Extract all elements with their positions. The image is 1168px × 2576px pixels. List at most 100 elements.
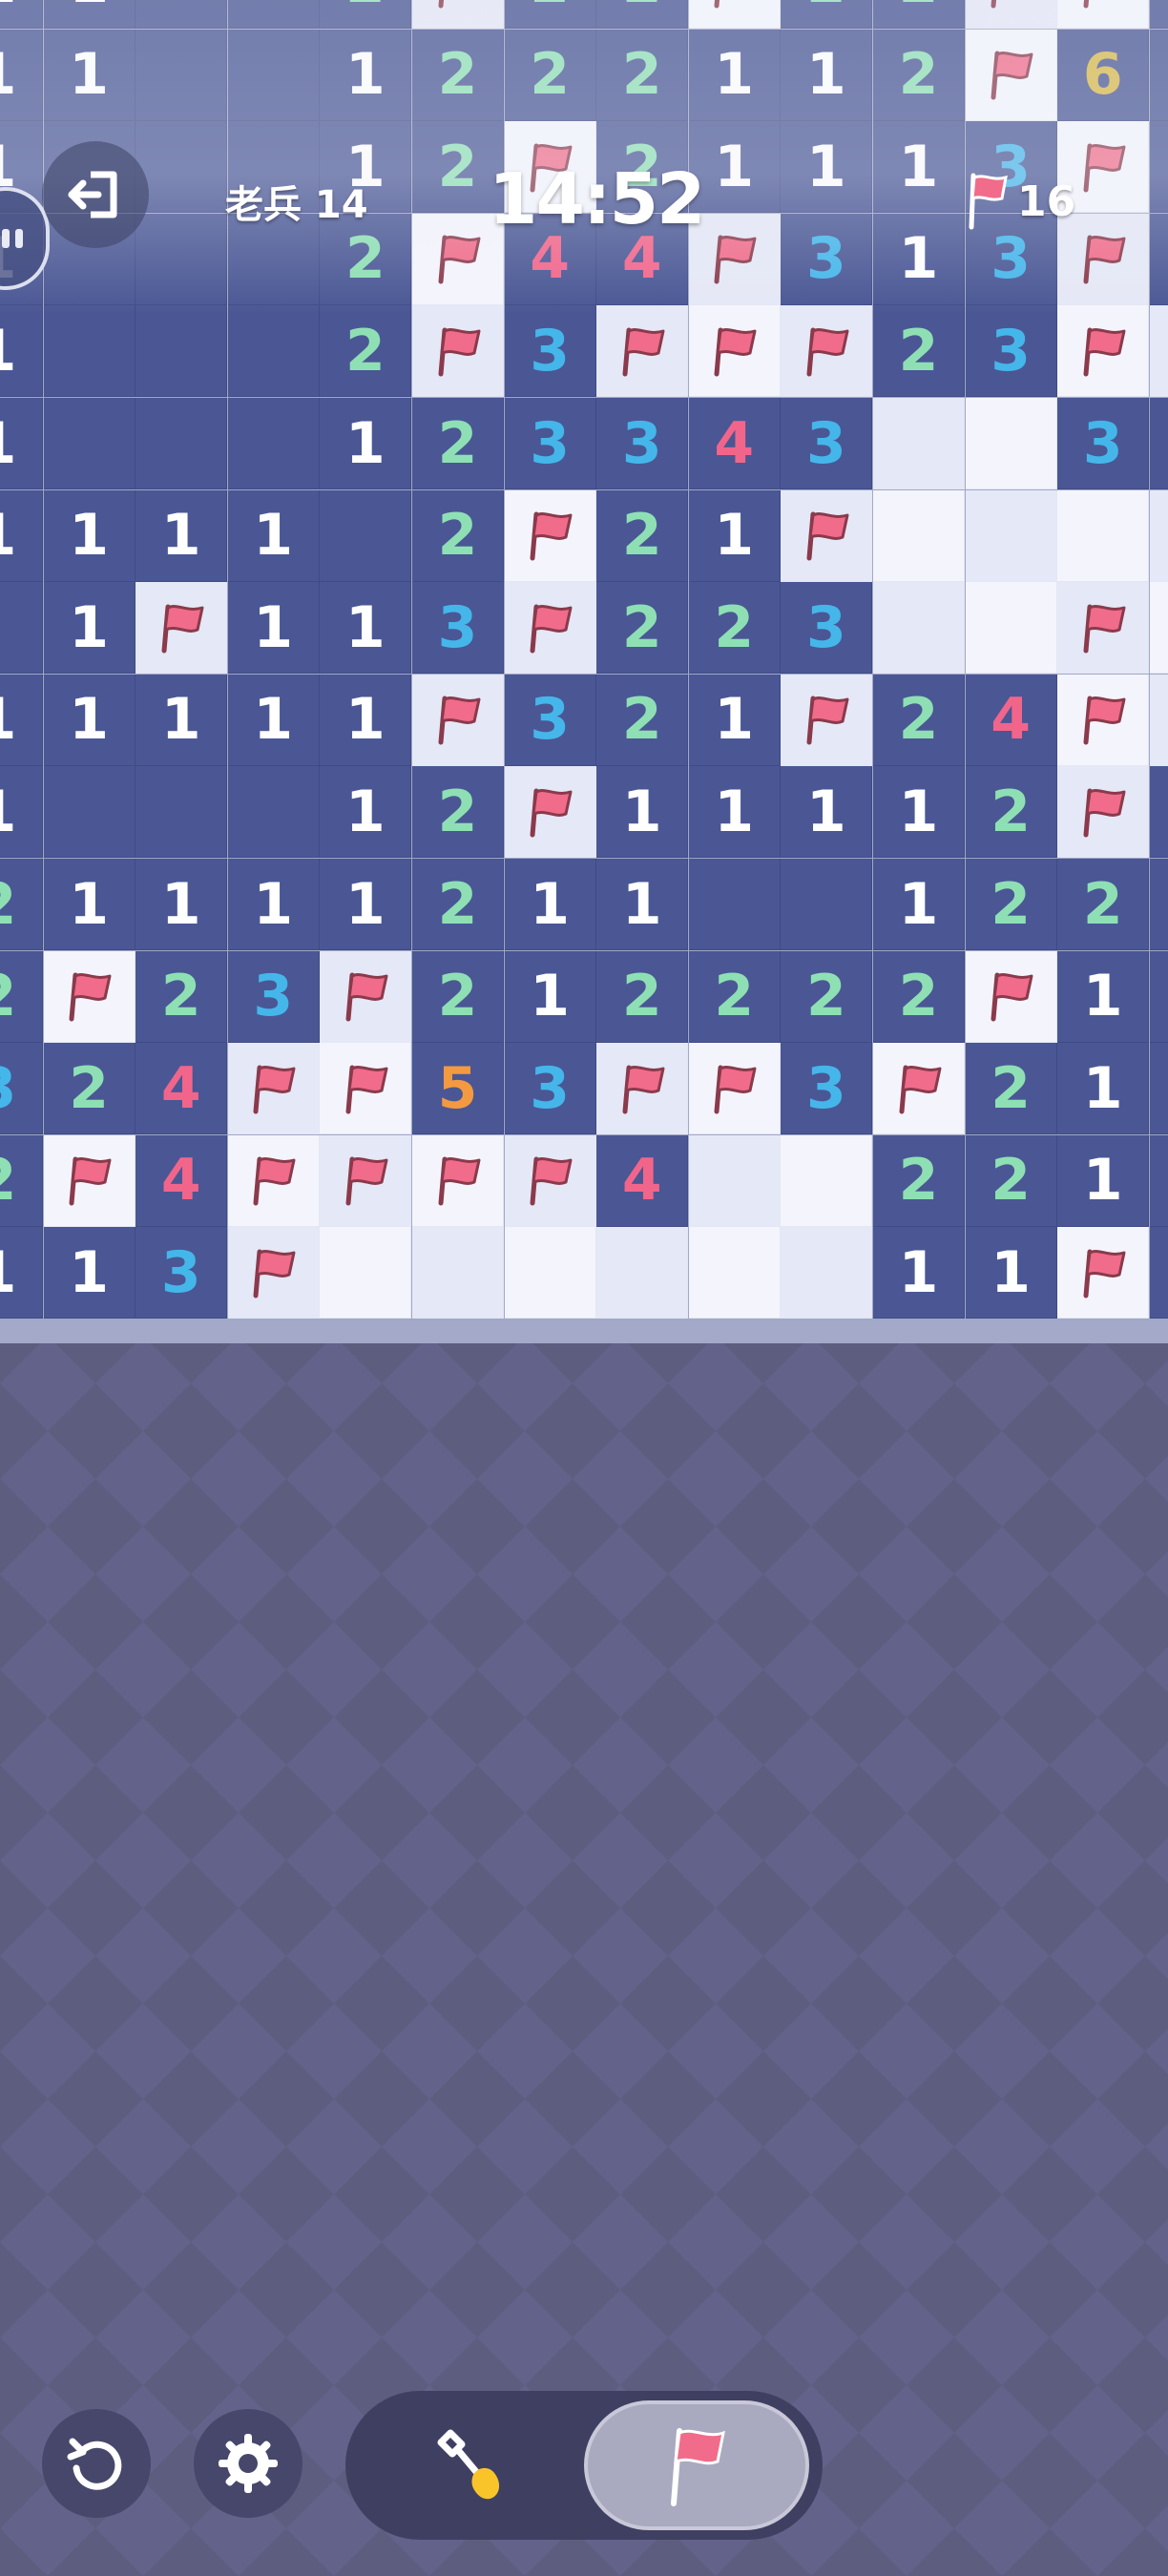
- number-cell[interactable]: 1: [1057, 950, 1150, 1043]
- number-cell[interactable]: 1: [0, 0, 43, 29]
- hidden-cell[interactable]: [1149, 1043, 1168, 1135]
- number-cell[interactable]: 1: [43, 489, 136, 582]
- number-cell[interactable]: 2: [781, 0, 873, 29]
- number-cell[interactable]: 2: [873, 29, 965, 121]
- number-cell[interactable]: 1: [873, 1227, 965, 1319]
- number-cell[interactable]: 1: [596, 859, 689, 950]
- settings-button[interactable]: [194, 2409, 302, 2518]
- revealed-empty-cell[interactable]: [504, 1227, 596, 1319]
- number-cell[interactable]: 2: [965, 1134, 1057, 1227]
- hidden-cell[interactable]: [136, 121, 228, 214]
- number-cell[interactable]: 1: [320, 766, 412, 859]
- hidden-cell[interactable]: [0, 582, 43, 675]
- revealed-empty-cell[interactable]: [1149, 674, 1168, 766]
- hidden-cell[interactable]: [136, 29, 228, 121]
- number-cell[interactable]: 3: [596, 398, 689, 489]
- number-cell[interactable]: 3: [504, 1043, 596, 1135]
- number-cell[interactable]: 3: [0, 1043, 43, 1135]
- flagged-cell[interactable]: [781, 674, 873, 766]
- number-cell[interactable]: 1: [781, 766, 873, 859]
- flagged-cell[interactable]: [1057, 1227, 1150, 1319]
- number-cell[interactable]: 2: [688, 582, 781, 675]
- number-cell[interactable]: 3: [227, 950, 320, 1043]
- revealed-empty-cell[interactable]: [688, 1227, 781, 1319]
- number-cell[interactable]: 1: [873, 859, 965, 950]
- number-cell[interactable]: 1: [43, 859, 136, 950]
- number-cell[interactable]: 1: [781, 121, 873, 214]
- revealed-empty-cell[interactable]: [781, 1227, 873, 1319]
- number-cell[interactable]: 1: [0, 305, 43, 398]
- number-cell[interactable]: 2: [596, 29, 689, 121]
- revealed-empty-cell[interactable]: [1057, 489, 1150, 582]
- number-cell[interactable]: 3: [136, 1227, 228, 1319]
- number-cell[interactable]: 1: [873, 766, 965, 859]
- number-cell[interactable]: 2: [412, 489, 504, 582]
- flagged-cell[interactable]: [1057, 674, 1150, 766]
- flagged-cell[interactable]: [873, 1043, 965, 1135]
- hidden-cell[interactable]: [227, 766, 320, 859]
- number-cell[interactable]: 3: [781, 582, 873, 675]
- number-cell[interactable]: 3: [504, 674, 596, 766]
- number-cell[interactable]: 1: [965, 1227, 1057, 1319]
- number-cell[interactable]: 1: [43, 674, 136, 766]
- number-cell[interactable]: 1: [320, 398, 412, 489]
- hidden-cell[interactable]: [227, 398, 320, 489]
- flagged-cell[interactable]: [320, 1134, 412, 1227]
- flagged-cell[interactable]: [965, 29, 1057, 121]
- hidden-cell[interactable]: [1149, 950, 1168, 1043]
- number-cell[interactable]: 2: [596, 489, 689, 582]
- flagged-cell[interactable]: [412, 305, 504, 398]
- number-cell[interactable]: 1: [320, 674, 412, 766]
- hidden-cell[interactable]: [1149, 121, 1168, 214]
- hidden-cell[interactable]: [1149, 859, 1168, 950]
- flagged-cell[interactable]: [688, 305, 781, 398]
- flagged-cell[interactable]: [136, 582, 228, 675]
- flagged-cell[interactable]: [412, 674, 504, 766]
- number-cell[interactable]: 1: [320, 582, 412, 675]
- number-cell[interactable]: 2: [0, 859, 43, 950]
- dig-mode-button[interactable]: [365, 2404, 574, 2526]
- number-cell[interactable]: 2: [596, 582, 689, 675]
- hidden-cell[interactable]: [1149, 1227, 1168, 1319]
- flag-mode-button[interactable]: [584, 2400, 809, 2530]
- number-cell[interactable]: 1: [596, 766, 689, 859]
- number-cell[interactable]: 1: [43, 582, 136, 675]
- number-cell[interactable]: 1: [1057, 1043, 1150, 1135]
- hidden-cell[interactable]: [136, 213, 228, 305]
- number-cell[interactable]: 2: [965, 1043, 1057, 1135]
- number-cell[interactable]: 3: [504, 398, 596, 489]
- number-cell[interactable]: 2: [412, 766, 504, 859]
- number-cell[interactable]: 4: [136, 1134, 228, 1227]
- hidden-cell[interactable]: [320, 489, 412, 582]
- number-cell[interactable]: 3: [412, 582, 504, 675]
- number-cell[interactable]: 3: [781, 398, 873, 489]
- number-cell[interactable]: 3: [1057, 398, 1150, 489]
- hidden-cell[interactable]: [1149, 398, 1168, 489]
- hidden-cell[interactable]: [136, 0, 228, 29]
- revealed-empty-cell[interactable]: [873, 489, 965, 582]
- number-cell[interactable]: 4: [965, 674, 1057, 766]
- number-cell[interactable]: 2: [1057, 859, 1150, 950]
- hidden-cell[interactable]: [227, 29, 320, 121]
- number-cell[interactable]: 2: [0, 950, 43, 1043]
- number-cell[interactable]: 1: [504, 859, 596, 950]
- flagged-cell[interactable]: [504, 1134, 596, 1227]
- revealed-empty-cell[interactable]: [688, 1134, 781, 1227]
- number-cell[interactable]: 4: [136, 1043, 228, 1135]
- number-cell[interactable]: 2: [504, 0, 596, 29]
- number-cell[interactable]: 3: [965, 305, 1057, 398]
- number-cell[interactable]: 1: [0, 674, 43, 766]
- number-cell[interactable]: 3: [781, 1043, 873, 1135]
- flagged-cell[interactable]: [1057, 582, 1150, 675]
- number-cell[interactable]: 2: [43, 1043, 136, 1135]
- revealed-empty-cell[interactable]: [965, 582, 1057, 675]
- flagged-cell[interactable]: [43, 950, 136, 1043]
- flagged-cell[interactable]: [781, 305, 873, 398]
- hidden-cell[interactable]: [136, 305, 228, 398]
- number-cell[interactable]: 2: [596, 950, 689, 1043]
- flagged-cell[interactable]: [1057, 305, 1150, 398]
- flagged-cell[interactable]: [43, 1134, 136, 1227]
- flagged-cell[interactable]: [227, 1134, 320, 1227]
- number-cell[interactable]: 2: [873, 305, 965, 398]
- revealed-empty-cell[interactable]: [1149, 305, 1168, 398]
